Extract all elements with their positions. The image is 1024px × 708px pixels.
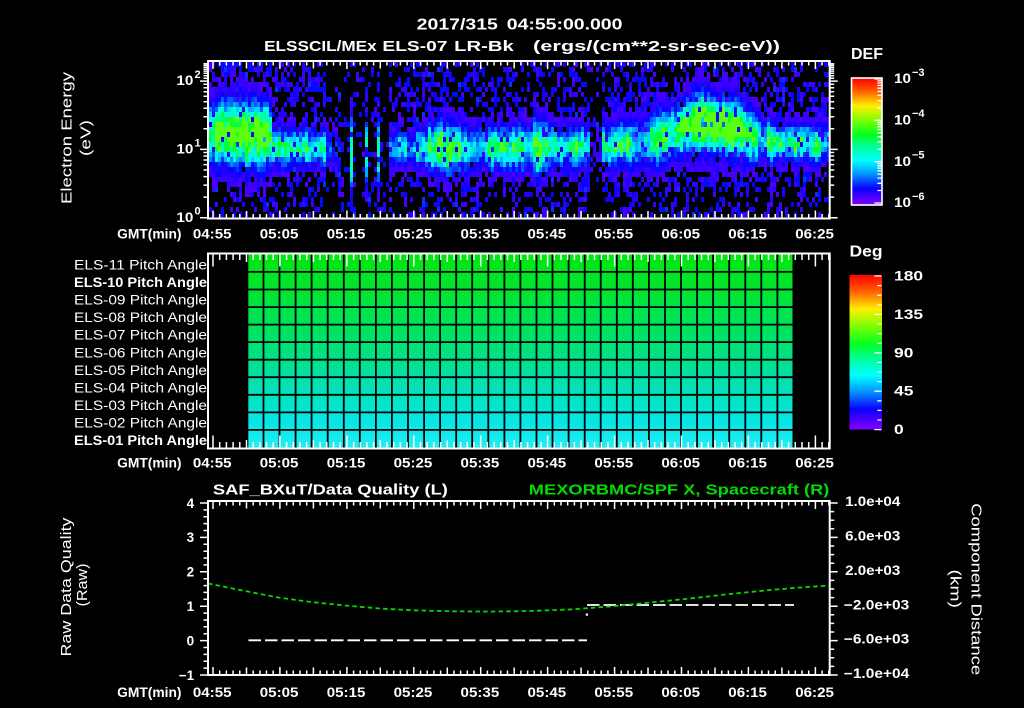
svg-text:6.0e+03: 6.0e+03: [845, 529, 901, 544]
svg-text:05:55: 05:55: [594, 456, 633, 471]
svg-text:−2.0e+03: −2.0e+03: [844, 597, 910, 612]
svg-text:135: 135: [894, 307, 924, 322]
svg-text:ELS-11 Pitch Angle: ELS-11 Pitch Angle: [74, 258, 207, 273]
svg-text:05:15: 05:15: [327, 456, 366, 471]
svg-text:ELS-04 Pitch Angle: ELS-04 Pitch Angle: [74, 380, 207, 395]
svg-text:05:45: 05:45: [528, 226, 567, 241]
svg-text:06:25: 06:25: [795, 456, 834, 471]
svg-text:05:45: 05:45: [528, 685, 567, 700]
svg-text:05:35: 05:35: [461, 685, 500, 700]
svg-text:06:05: 06:05: [661, 226, 700, 241]
svg-text:1: 1: [195, 137, 201, 149]
svg-text:4: 4: [187, 496, 195, 511]
svg-text:−5: −5: [912, 150, 925, 162]
svg-text:(km): (km): [947, 569, 964, 608]
svg-text:05:55: 05:55: [594, 226, 633, 241]
svg-text:LR-Bk: LR-Bk: [454, 38, 514, 55]
svg-text:−1.0e+04: −1.0e+04: [844, 666, 910, 681]
svg-text:10: 10: [894, 71, 911, 86]
svg-text:ELS-01 Pitch Angle: ELS-01 Pitch Angle: [74, 433, 208, 448]
svg-text:06:15: 06:15: [728, 685, 767, 700]
svg-text:05:35: 05:35: [461, 226, 500, 241]
svg-text:06:05: 06:05: [661, 685, 700, 700]
svg-text:(eV): (eV): [78, 120, 95, 156]
svg-text:ELSSCIL/MEx: ELSSCIL/MEx: [264, 38, 377, 55]
svg-text:Electron Energy: Electron Energy: [58, 71, 75, 204]
svg-text:10: 10: [894, 112, 911, 127]
svg-text:05:05: 05:05: [260, 456, 299, 471]
svg-text:ELS-10 Pitch Angle: ELS-10 Pitch Angle: [74, 275, 208, 290]
svg-text:SAF_BXuT/Data Quality (L): SAF_BXuT/Data Quality (L): [213, 481, 448, 498]
svg-text:06:05: 06:05: [661, 456, 700, 471]
svg-text:06:25: 06:25: [795, 226, 834, 241]
svg-text:Component Distance: Component Distance: [968, 503, 985, 675]
svg-text:−6.0e+03: −6.0e+03: [844, 632, 910, 647]
svg-text:1: 1: [187, 599, 195, 614]
svg-text:ELS-08 Pitch Angle: ELS-08 Pitch Angle: [74, 310, 207, 325]
svg-text:0: 0: [187, 633, 195, 648]
svg-text:90: 90: [894, 345, 913, 360]
svg-text:ELS-06 Pitch Angle: ELS-06 Pitch Angle: [74, 345, 207, 360]
svg-text:ELS-09 Pitch Angle: ELS-09 Pitch Angle: [74, 293, 207, 308]
svg-text:ELS-03 Pitch Angle: ELS-03 Pitch Angle: [74, 398, 207, 413]
svg-text:05:35: 05:35: [461, 456, 500, 471]
svg-text:2: 2: [187, 565, 195, 580]
svg-text:2.0e+03: 2.0e+03: [845, 563, 901, 578]
svg-text:10: 10: [176, 210, 193, 225]
svg-text:45: 45: [894, 384, 914, 399]
svg-text:05:15: 05:15: [327, 226, 366, 241]
svg-text:06:15: 06:15: [728, 456, 767, 471]
svg-text:2017/315: 2017/315: [417, 17, 498, 34]
svg-text:05:25: 05:25: [394, 685, 433, 700]
svg-text:10: 10: [176, 73, 193, 88]
svg-text:Deg: Deg: [850, 244, 883, 261]
svg-text:2: 2: [195, 69, 201, 81]
svg-text:06:25: 06:25: [795, 685, 834, 700]
svg-text:05:25: 05:25: [394, 456, 433, 471]
svg-text:3: 3: [187, 530, 195, 545]
svg-text:05:45: 05:45: [528, 456, 567, 471]
svg-text:05:55: 05:55: [594, 685, 633, 700]
svg-text:−3: −3: [912, 67, 925, 79]
svg-text:DEF: DEF: [851, 46, 883, 63]
svg-text:Raw Data Quality: Raw Data Quality: [58, 517, 75, 657]
svg-text:(Raw): (Raw): [74, 563, 91, 606]
svg-text:0: 0: [195, 206, 201, 218]
svg-text:10: 10: [894, 195, 911, 210]
svg-text:GMT(min): GMT(min): [117, 456, 181, 471]
svg-text:(ergs/(cm**2-sr-sec-eV)): (ergs/(cm**2-sr-sec-eV)): [533, 38, 780, 55]
svg-text:05:15: 05:15: [327, 685, 366, 700]
svg-text:04:55: 04:55: [193, 456, 232, 471]
svg-text:05:25: 05:25: [394, 226, 433, 241]
svg-text:04:55: 04:55: [193, 685, 232, 700]
svg-text:0: 0: [894, 422, 904, 437]
svg-text:GMT(min): GMT(min): [117, 685, 181, 700]
svg-text:04:55: 04:55: [193, 226, 232, 241]
svg-text:ELS-07 Pitch Angle: ELS-07 Pitch Angle: [74, 328, 207, 343]
svg-text:ELS-05 Pitch Angle: ELS-05 Pitch Angle: [74, 363, 207, 378]
svg-text:05:05: 05:05: [260, 226, 299, 241]
svg-text:10: 10: [176, 142, 193, 157]
svg-text:MEXORBMC/SPF X, Spacecraft (R): MEXORBMC/SPF X, Spacecraft (R): [529, 481, 830, 498]
svg-text:180: 180: [894, 269, 923, 284]
svg-text:05:05: 05:05: [260, 685, 299, 700]
svg-text:1.0e+04: 1.0e+04: [845, 494, 901, 509]
svg-text:06:15: 06:15: [728, 226, 767, 241]
svg-text:ELS-07: ELS-07: [382, 38, 447, 55]
svg-text:10: 10: [894, 154, 911, 169]
svg-text:04:55:00.000: 04:55:00.000: [507, 17, 623, 34]
svg-text:−6: −6: [912, 191, 925, 203]
svg-text:−1: −1: [179, 668, 195, 683]
svg-text:GMT(min): GMT(min): [117, 226, 181, 241]
svg-text:−4: −4: [912, 108, 925, 120]
svg-text:ELS-02 Pitch Angle: ELS-02 Pitch Angle: [74, 415, 207, 430]
